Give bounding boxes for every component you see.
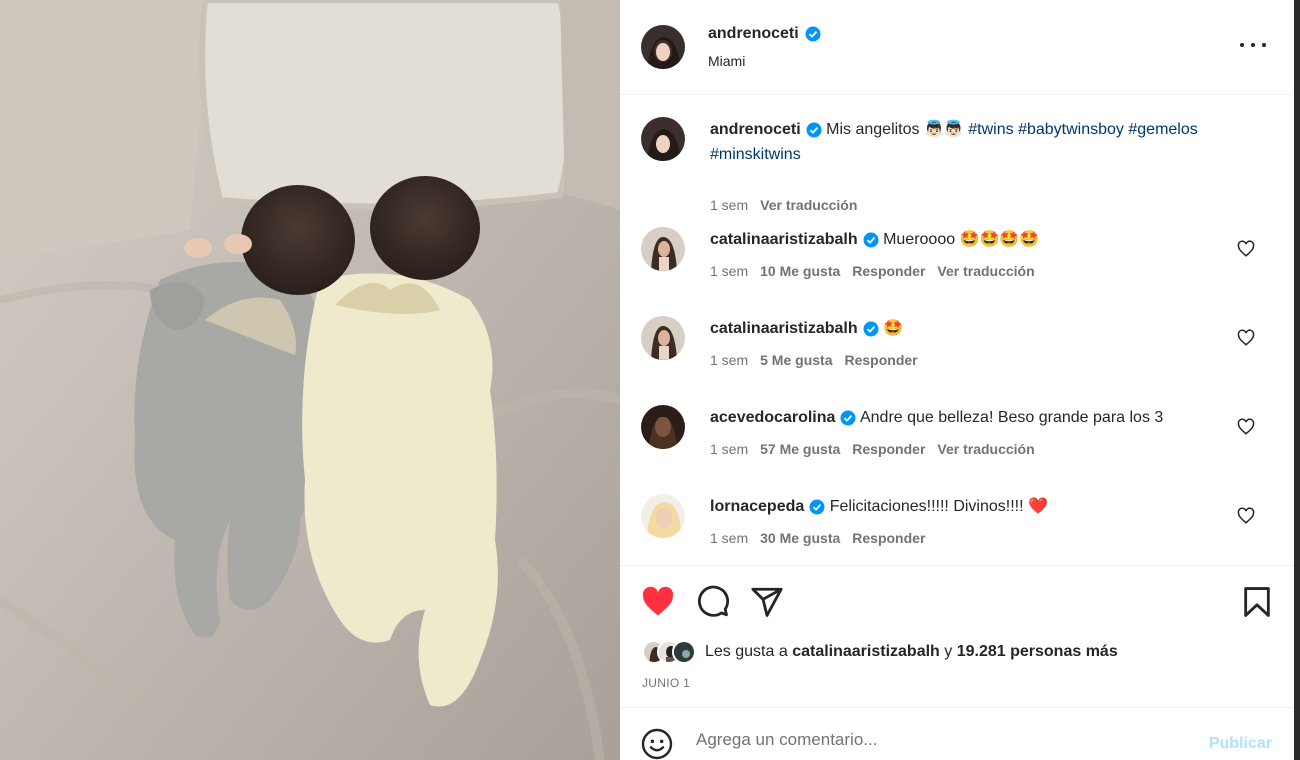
comment-text: Felicitaciones!!!!! Divinos!!!! ❤️: [829, 498, 1048, 515]
comment-text: Andre que belleza! Beso grande para los …: [859, 409, 1164, 426]
post-date[interactable]: JUNIO 1: [642, 676, 690, 690]
bookmark-icon[interactable]: [1240, 585, 1274, 619]
comment-like-heart-icon[interactable]: [1237, 418, 1255, 436]
commenter-avatar[interactable]: [641, 316, 685, 360]
reply-link[interactable]: Responder: [844, 352, 917, 368]
hashtag[interactable]: #minskitwins: [710, 146, 801, 163]
caption-avatar[interactable]: [641, 117, 685, 161]
post-modal: andrenoceti Miami andrenoceti Mis angeli…: [0, 0, 1300, 760]
post-location[interactable]: Miami: [708, 53, 745, 69]
more-options-button[interactable]: [1240, 34, 1266, 56]
more-icon: [1240, 43, 1244, 47]
comment-likes[interactable]: 57 Me gusta: [760, 441, 840, 457]
comment-username[interactable]: lornacepeda: [710, 494, 825, 519]
hashtag[interactable]: #twins: [968, 121, 1013, 138]
comments-list[interactable]: andrenoceti Mis angelitos 👼🏻👼🏻 #twins #b…: [620, 96, 1294, 564]
caption-time[interactable]: 1 sem: [710, 197, 748, 213]
verified-icon: [806, 122, 822, 137]
comment-like-heart-icon[interactable]: [1237, 329, 1255, 347]
likes-user-link[interactable]: catalinaaristizabalh: [792, 643, 940, 660]
comment-text: Mueroooo 🤩🤩🤩🤩: [883, 231, 1040, 248]
author-username-text[interactable]: andrenoceti: [708, 25, 799, 43]
post-photo[interactable]: [0, 0, 620, 760]
likes-text: Les gusta a catalinaaristizabalh y 19.28…: [705, 643, 1118, 660]
reply-link[interactable]: Responder: [852, 263, 925, 279]
comment-time[interactable]: 1 sem: [710, 352, 748, 368]
caption-body: andrenoceti Mis angelitos 👼🏻👼🏻 #twins #b…: [710, 117, 1230, 167]
author-avatar[interactable]: [641, 25, 685, 69]
comment-body: lornacepeda Felicitaciones!!!!! Divinos!…: [710, 494, 1230, 519]
comment-username[interactable]: catalinaaristizabalh: [710, 227, 879, 252]
commenter-avatar[interactable]: [641, 405, 685, 449]
caption-meta: 1 sem Ver traducción: [710, 197, 857, 213]
comment-body: acevedocarolina Andre que belleza! Beso …: [710, 405, 1230, 430]
comment-like-heart-icon[interactable]: [1237, 240, 1255, 258]
comment-likes[interactable]: 10 Me gusta: [760, 263, 840, 279]
comment-like-heart-icon[interactable]: [1237, 507, 1255, 525]
comment-meta: 1 sem 57 Me gusta Responder Ver traducci…: [710, 441, 1035, 457]
verified-icon: [805, 26, 821, 42]
comment-input[interactable]: [696, 730, 1176, 750]
verified-icon: [809, 499, 825, 514]
hashtag[interactable]: #babytwinsboy: [1018, 121, 1124, 138]
comment-username[interactable]: catalinaaristizabalh: [710, 316, 879, 341]
comment-icon[interactable]: [696, 585, 730, 619]
post-header: andrenoceti Miami: [620, 0, 1294, 95]
translate-link[interactable]: Ver traducción: [937, 441, 1034, 457]
comment-likes[interactable]: 30 Me gusta: [760, 530, 840, 546]
caption-translate-link[interactable]: Ver traducción: [760, 197, 857, 213]
backdrop-edge: [1294, 0, 1300, 760]
comment-username[interactable]: acevedocarolina: [710, 405, 856, 430]
comment-time[interactable]: 1 sem: [710, 530, 748, 546]
likes-summary[interactable]: Les gusta a catalinaaristizabalh y 19.28…: [642, 640, 1118, 664]
likes-others-link[interactable]: 19.281 personas más: [957, 643, 1118, 660]
commenter-avatar[interactable]: [641, 227, 685, 271]
liker-avatar: [672, 640, 696, 664]
comment-meta: 1 sem 30 Me gusta Responder: [710, 530, 925, 546]
comment-time[interactable]: 1 sem: [710, 263, 748, 279]
reply-link[interactable]: Responder: [852, 441, 925, 457]
post-actions: Les gusta a catalinaaristizabalh y 19.28…: [620, 565, 1294, 706]
verified-icon: [863, 232, 879, 247]
comment-body: catalinaaristizabalh Mueroooo 🤩🤩🤩🤩: [710, 227, 1230, 252]
comment-body: catalinaaristizabalh 🤩: [710, 316, 1230, 341]
share-icon[interactable]: [750, 585, 784, 619]
comment-meta: 1 sem 5 Me gusta Responder: [710, 352, 918, 368]
caption-username[interactable]: andrenoceti: [710, 117, 822, 142]
verified-icon: [840, 410, 856, 425]
verified-icon: [863, 321, 879, 336]
hashtag[interactable]: #gemelos: [1128, 121, 1197, 138]
reply-link[interactable]: Responder: [852, 530, 925, 546]
comment-text: 🤩: [883, 320, 903, 337]
author-username[interactable]: andrenoceti: [708, 25, 821, 43]
post-image: [0, 0, 620, 760]
publish-button[interactable]: Publicar: [1209, 735, 1272, 753]
emoji-icon[interactable]: [641, 728, 673, 760]
commenter-avatar[interactable]: [641, 494, 685, 538]
comment-likes[interactable]: 5 Me gusta: [760, 352, 832, 368]
comment-composer: Publicar: [620, 707, 1294, 760]
like-heart-icon[interactable]: [641, 585, 675, 619]
caption-text: Mis angelitos 👼🏻👼🏻: [826, 121, 964, 138]
comment-time[interactable]: 1 sem: [710, 441, 748, 457]
translate-link[interactable]: Ver traducción: [937, 263, 1034, 279]
comment-meta: 1 sem 10 Me gusta Responder Ver traducci…: [710, 263, 1035, 279]
post-side-panel: andrenoceti Miami andrenoceti Mis angeli…: [620, 0, 1294, 760]
